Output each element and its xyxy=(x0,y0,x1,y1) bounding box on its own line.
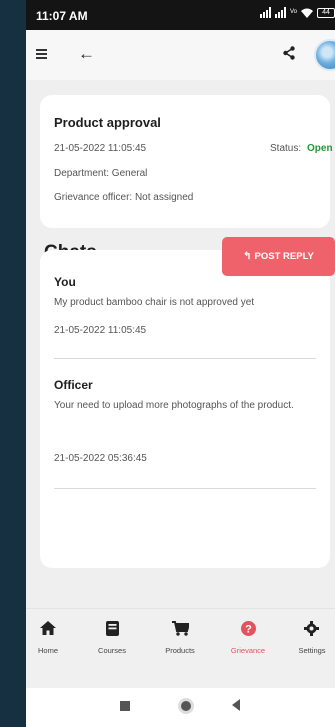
nav-label: Settings xyxy=(298,646,326,655)
grievance-title: Product approval xyxy=(54,115,161,130)
gear-icon xyxy=(304,621,319,636)
message-sender: Officer xyxy=(54,378,93,392)
message-divider xyxy=(54,488,316,489)
message-sender: You xyxy=(54,275,76,289)
menu-icon[interactable] xyxy=(36,49,47,59)
signal-icon xyxy=(259,7,271,18)
status-badge: Open xyxy=(307,143,333,154)
share-icon[interactable] xyxy=(283,46,295,60)
question-circle-icon: ? xyxy=(241,621,256,636)
recent-apps-icon[interactable] xyxy=(120,701,130,711)
system-navigation-bar xyxy=(26,688,335,727)
cart-icon xyxy=(172,621,189,636)
grievance-department: Department: General xyxy=(54,168,148,179)
phone-screen: 11:07 AM Vo 44 ← Product approval 21-05-… xyxy=(26,0,335,727)
svg-text:?: ? xyxy=(245,624,252,636)
nav-label: Products xyxy=(165,646,195,655)
nav-label: Grievance xyxy=(230,646,266,655)
home-icon xyxy=(40,621,56,635)
battery-icon: 44 xyxy=(317,7,335,18)
message-text: Your need to upload more photographs of … xyxy=(54,400,294,411)
bottom-navigation: Home Courses Products ? Grievance Settin… xyxy=(26,608,335,688)
nav-item-grievance[interactable]: ? Grievance xyxy=(218,609,278,689)
status-time: 11:07 AM xyxy=(36,9,88,23)
nav-item-courses[interactable]: Courses xyxy=(82,609,142,689)
back-arrow-icon[interactable]: ← xyxy=(78,44,95,64)
message-divider xyxy=(54,358,316,359)
message-text: My product bamboo chair is not approved … xyxy=(54,297,255,308)
grievance-officer: Grievance officer: Not assigned xyxy=(54,192,194,203)
status-label: Status: xyxy=(270,143,302,154)
nav-item-products[interactable]: Products xyxy=(150,609,210,689)
post-reply-label: POST REPLY xyxy=(254,251,314,262)
app-toolbar: ← xyxy=(26,30,335,80)
reply-icon: ↰ xyxy=(243,251,252,262)
avatar[interactable] xyxy=(314,39,335,71)
book-icon xyxy=(106,621,119,636)
nav-item-settings[interactable]: Settings xyxy=(282,609,335,689)
post-reply-button[interactable]: ↰ POST REPLY xyxy=(222,237,335,276)
nav-label: Courses xyxy=(98,646,126,655)
status-icons: Vo 44 xyxy=(259,7,335,18)
grievance-date: 21-05-2022 11:05:45 xyxy=(54,143,147,154)
volte-icon: Vo xyxy=(289,9,297,15)
nav-item-home[interactable]: Home xyxy=(26,609,78,689)
wifi-icon xyxy=(301,8,313,18)
message-time: 21-05-2022 11:05:45 xyxy=(54,325,147,336)
message-time: 21-05-2022 05:36:45 xyxy=(54,453,147,464)
system-back-icon[interactable] xyxy=(232,699,240,711)
signal-icon-secondary xyxy=(274,7,286,18)
status-bar: 11:07 AM Vo 44 xyxy=(26,0,335,30)
nav-label: Home xyxy=(37,646,58,655)
grievance-details-card: Product approval 21-05-2022 11:05:45 Sta… xyxy=(40,95,333,228)
chat-messages-card: You My product bamboo chair is not appro… xyxy=(40,250,330,568)
home-button-icon[interactable] xyxy=(178,698,194,714)
